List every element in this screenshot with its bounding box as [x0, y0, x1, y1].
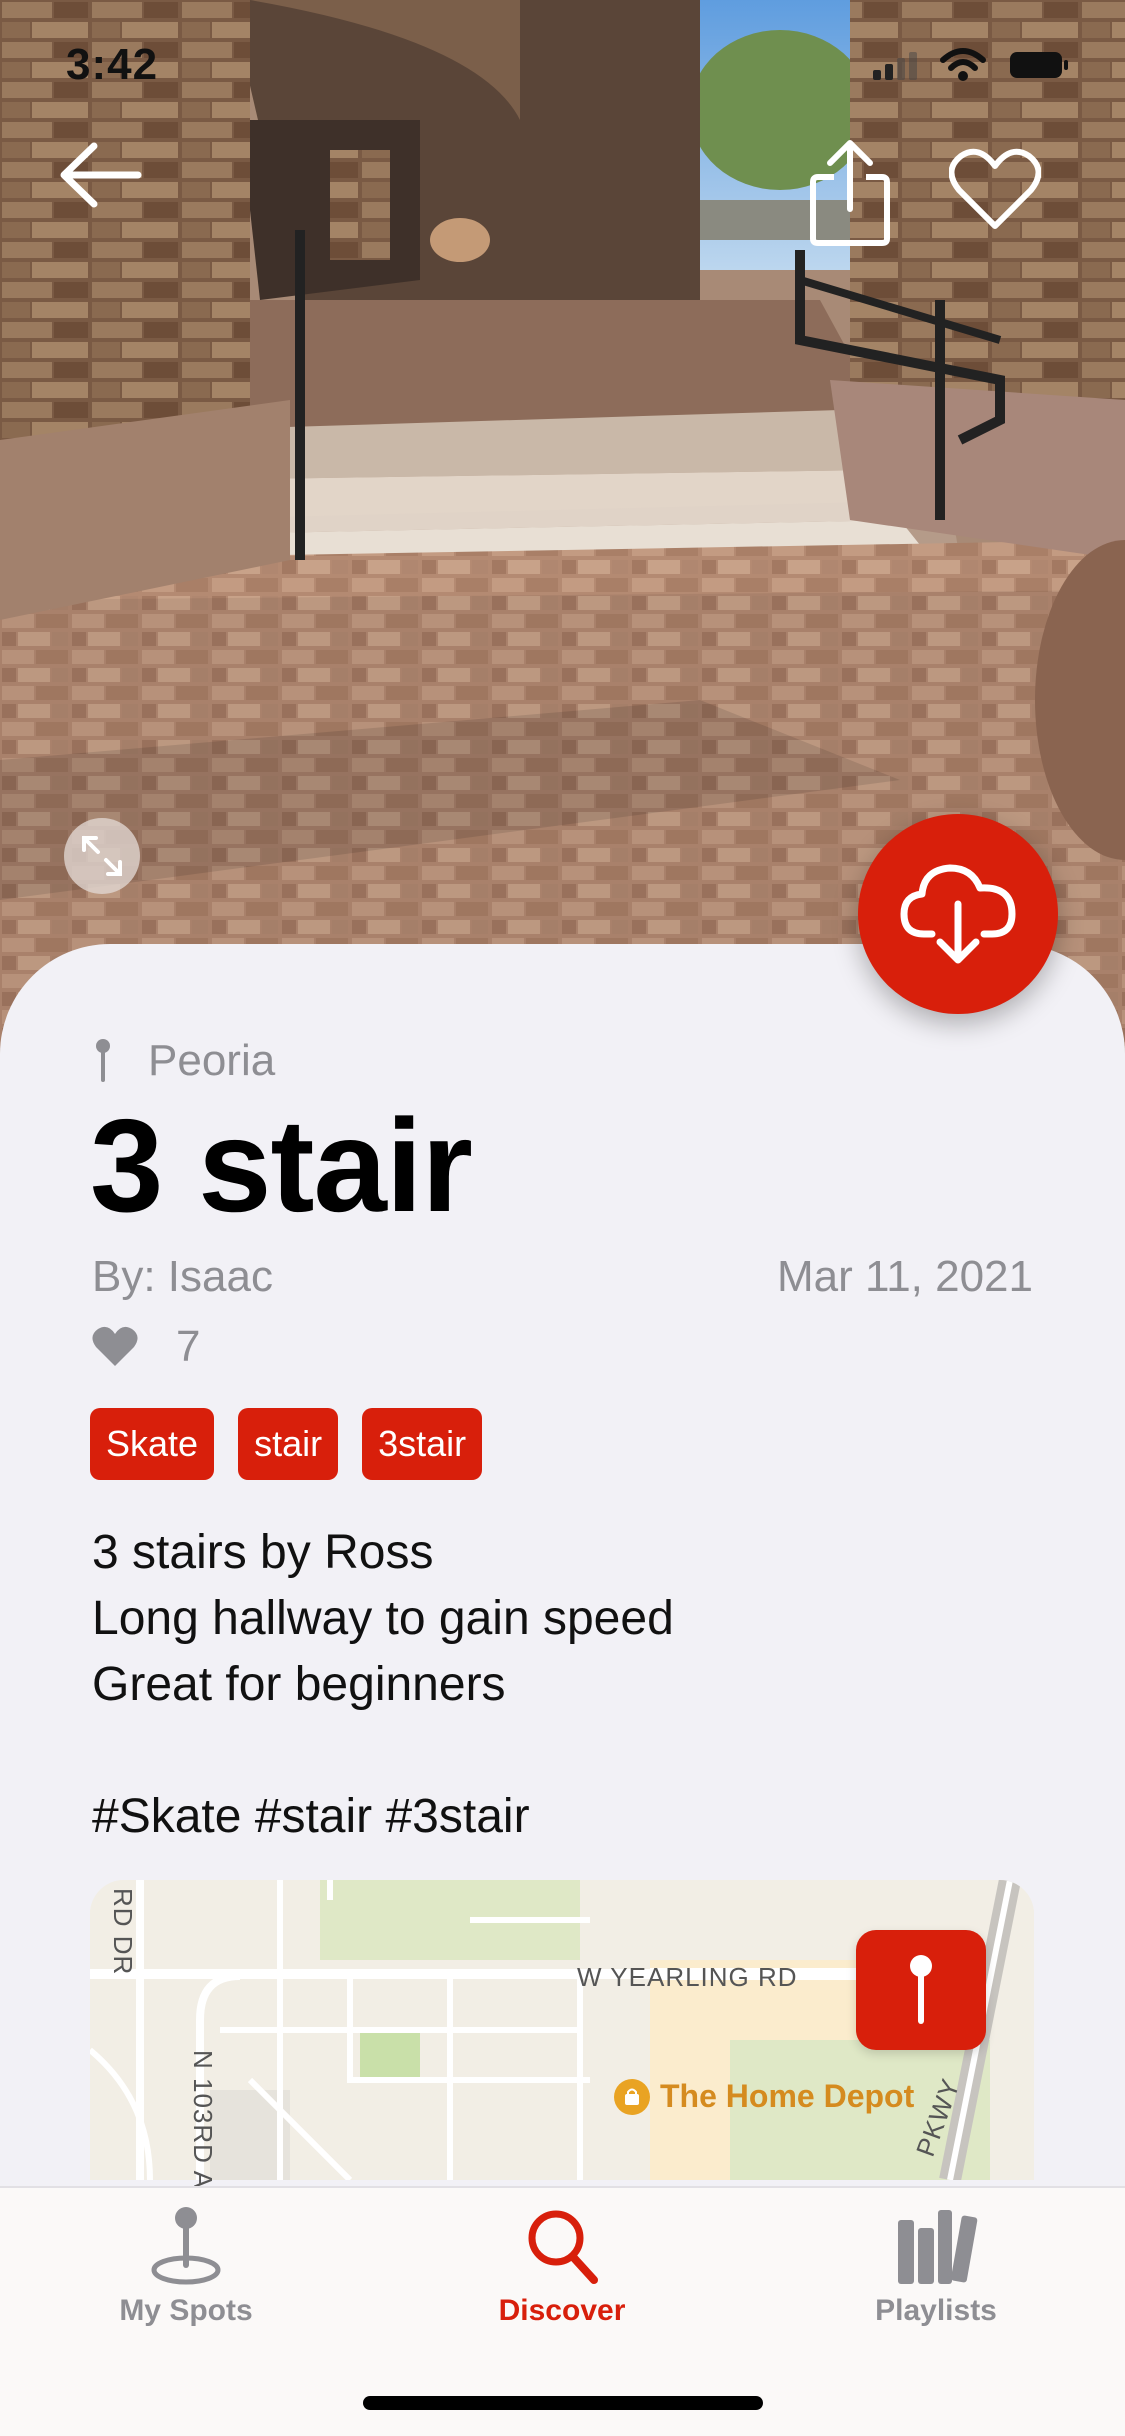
tab-my-spots[interactable]: My Spots [76, 2206, 296, 2328]
status-icons [873, 48, 1069, 82]
spot-description: 3 stairs by Ross Long hallway to gain sp… [92, 1526, 674, 1843]
status-bar: 3:42 [0, 0, 1125, 130]
map-road-label: W YEARLING RD [577, 1962, 798, 1992]
back-button[interactable] [50, 130, 150, 220]
tag-chip[interactable]: Skate [90, 1408, 215, 1480]
expand-icon [82, 836, 122, 876]
tab-label: My Spots [119, 2294, 253, 2327]
tag-list: Skate stair 3stair [90, 1408, 483, 1480]
battery-icon [1010, 52, 1068, 78]
open-in-maps-button[interactable] [856, 1930, 986, 2050]
share-icon [810, 139, 890, 246]
map-pin-icon [910, 1955, 932, 2024]
cloud-download-icon [900, 864, 1016, 964]
tab-label: Playlists [875, 2294, 997, 2327]
cellular-signal-icon [873, 52, 917, 80]
location-label: Peoria [148, 1036, 276, 1085]
heart-outline-icon [949, 148, 1041, 229]
share-button[interactable] [800, 135, 900, 250]
location-row: Peoria [92, 1036, 275, 1086]
map-poi[interactable]: The Home Depot [614, 2078, 914, 2115]
shopping-bag-icon [614, 2078, 650, 2115]
wifi-icon [940, 48, 986, 81]
map-road-label: N 103RD AV [188, 2050, 218, 2206]
home-indicator [363, 2396, 763, 2410]
expand-photo-button[interactable] [64, 818, 140, 894]
likes-count: 7 [176, 1322, 201, 1371]
books-icon [898, 2210, 978, 2284]
tab-label: Discover [498, 2294, 626, 2327]
location-pin-icon [96, 1039, 110, 1082]
arrow-left-icon [60, 142, 142, 208]
author-label[interactable]: By: Isaac [92, 1252, 273, 1302]
map-pin-icon [151, 2207, 221, 2285]
status-time: 3:42 [66, 40, 159, 89]
tag-chip[interactable]: 3stair [362, 1408, 483, 1480]
date-label: Mar 11, 2021 [776, 1252, 1033, 1301]
likes-row: 7 [92, 1322, 200, 1372]
tag-chip[interactable]: stair [238, 1408, 339, 1480]
search-icon [528, 2210, 598, 2284]
spot-title: 3 stair [90, 1092, 473, 1239]
favorite-button[interactable] [945, 140, 1045, 240]
tab-playlists[interactable]: Playlists [826, 2206, 1046, 2328]
tab-discover[interactable]: Discover [452, 2206, 672, 2328]
download-button[interactable] [858, 814, 1058, 1014]
map-poi-label: The Home Depot [660, 2078, 915, 2114]
map-road-label: RD DR [108, 1888, 138, 1976]
heart-filled-icon [92, 1326, 138, 1366]
